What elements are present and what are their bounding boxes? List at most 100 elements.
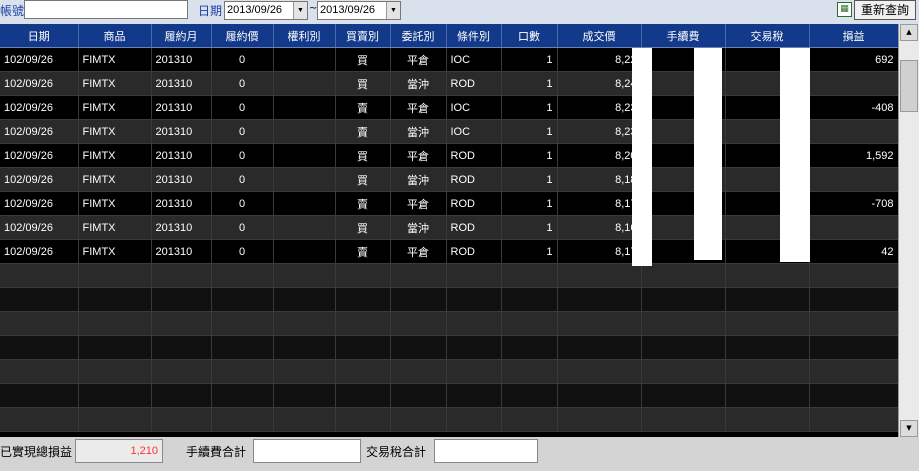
column-header[interactable]: 交易稅 xyxy=(725,24,810,48)
table-row[interactable]: 102/09/26 FIMTX 201310 0 賣平倉 ROD 1 8,17 42 xyxy=(0,239,898,264)
column-header[interactable]: 履約月 xyxy=(151,24,212,48)
column-header[interactable]: 條件別 xyxy=(446,24,502,48)
empty-cell xyxy=(641,407,726,432)
cell-month: 201310 xyxy=(151,47,212,72)
empty-cell xyxy=(273,359,336,384)
empty-cell xyxy=(641,359,726,384)
chevron-down-icon[interactable]: ▼ xyxy=(386,2,400,19)
empty-cell xyxy=(151,263,212,288)
grid-export-icon[interactable]: ▦ xyxy=(837,2,852,17)
cell-qty: 1 xyxy=(501,71,558,96)
cell-price: 8,23 xyxy=(557,119,642,144)
cell-cond: ROD xyxy=(446,191,502,216)
empty-cell xyxy=(501,359,558,384)
empty-cell xyxy=(335,359,391,384)
date-to-select[interactable]: 2013/09/26 ▼ xyxy=(317,1,401,20)
empty-cell xyxy=(78,311,152,336)
empty-cell xyxy=(0,311,79,336)
column-header[interactable]: 權利別 xyxy=(273,24,336,48)
cell-month: 201310 xyxy=(151,167,212,192)
cell-right xyxy=(273,143,336,168)
table-row[interactable]: 102/09/26 FIMTX 201310 0 買平倉 ROD 1 8,20 1,592 xyxy=(0,143,898,168)
cell-right xyxy=(273,95,336,120)
empty-cell xyxy=(273,263,336,288)
summary-bar: 已實現總損益 1,210 手續費合計 交易稅合計 xyxy=(0,437,919,471)
column-header[interactable]: 日期 xyxy=(0,24,79,48)
empty-cell xyxy=(211,383,274,408)
empty-cell xyxy=(725,311,810,336)
cell-right xyxy=(273,71,336,96)
cell-pnl xyxy=(809,119,898,144)
empty-cell xyxy=(557,311,642,336)
scroll-up-icon[interactable]: ▲ xyxy=(900,24,918,41)
column-header[interactable]: 成交價 xyxy=(557,24,642,48)
cell-order: 當沖 xyxy=(390,71,447,96)
toolbar: 帳號 日期 2013/09/26 ▼ ~ 2013/09/26 ▼ ▦ 重新查詢 xyxy=(0,0,919,24)
empty-cell xyxy=(809,335,898,360)
scroll-down-icon[interactable]: ▼ xyxy=(900,420,918,437)
cell-strike: 0 xyxy=(211,191,274,216)
account-label: 帳號 xyxy=(0,4,25,18)
column-header[interactable]: 買賣別 xyxy=(335,24,391,48)
table-row[interactable]: 102/09/26 FIMTX 201310 0 賣平倉 IOC 1 8,23 -408 xyxy=(0,95,898,120)
empty-cell xyxy=(390,311,447,336)
table-header-row: 日期 商品 履約月 履約價 權利別 買賣別 委託別 條件別 口數 成交價 手續費 交易稅 損益 xyxy=(0,24,898,48)
column-header[interactable]: 商品 xyxy=(78,24,152,48)
date-from-value: 2013/09/26 xyxy=(227,4,283,16)
empty-cell xyxy=(390,263,447,288)
cell-side: 買 xyxy=(335,47,391,72)
scroll-thumb[interactable] xyxy=(900,60,918,112)
cell-cond: ROD xyxy=(446,143,502,168)
empty-cell xyxy=(501,335,558,360)
column-header[interactable]: 手續費 xyxy=(641,24,726,48)
empty-cell xyxy=(273,407,336,432)
table-row[interactable]: 102/09/26 FIMTX 201310 0 買當沖 ROD 1 8,16 xyxy=(0,215,898,240)
cell-pnl xyxy=(809,215,898,240)
table-row[interactable]: 102/09/26 FIMTX 201310 0 賣平倉 ROD 1 8,17 -708 xyxy=(0,191,898,216)
empty-cell xyxy=(78,335,152,360)
empty-cell xyxy=(641,311,726,336)
empty-cell xyxy=(725,287,810,312)
empty-row xyxy=(0,263,898,288)
empty-cell xyxy=(641,287,726,312)
table-row[interactable]: 102/09/26 FIMTX 201310 0 買當沖 ROD 1 8,24 xyxy=(0,71,898,96)
empty-cell xyxy=(335,383,391,408)
empty-cell xyxy=(211,287,274,312)
empty-cell xyxy=(78,359,152,384)
empty-cell xyxy=(557,335,642,360)
cell-right xyxy=(273,215,336,240)
table-row[interactable]: 102/09/26 FIMTX 201310 0 買平倉 IOC 1 8,22 692 xyxy=(0,47,898,72)
table-row[interactable]: 102/09/26 FIMTX 201310 0 買當沖 ROD 1 8,18 xyxy=(0,167,898,192)
cell-side: 賣 xyxy=(335,95,391,120)
cell-price: 8,16 xyxy=(557,215,642,240)
empty-row xyxy=(0,383,898,408)
cell-pnl: 692 xyxy=(809,47,898,72)
chevron-down-icon[interactable]: ▼ xyxy=(293,2,307,19)
account-input[interactable] xyxy=(24,0,188,19)
empty-cell xyxy=(335,311,391,336)
cell-pnl xyxy=(809,167,898,192)
redaction-mask xyxy=(780,48,810,262)
column-header[interactable]: 口數 xyxy=(501,24,558,48)
empty-cell xyxy=(641,335,726,360)
cell-date: 102/09/26 xyxy=(0,215,79,240)
cell-month: 201310 xyxy=(151,215,212,240)
cell-side: 買 xyxy=(335,215,391,240)
empty-cell xyxy=(151,359,212,384)
column-header[interactable]: 損益 xyxy=(809,24,898,48)
cell-pnl: 1,592 xyxy=(809,143,898,168)
requery-button[interactable]: 重新查詢 xyxy=(854,0,916,20)
cell-date: 102/09/26 xyxy=(0,191,79,216)
cell-qty: 1 xyxy=(501,215,558,240)
column-header[interactable]: 履約價 xyxy=(211,24,274,48)
date-from-select[interactable]: 2013/09/26 ▼ xyxy=(224,1,308,20)
empty-cell xyxy=(335,335,391,360)
cell-side: 買 xyxy=(335,71,391,96)
column-header[interactable]: 委託別 xyxy=(390,24,447,48)
cell-product: FIMTX xyxy=(78,71,152,96)
empty-cell xyxy=(446,359,502,384)
vertical-scrollbar[interactable]: ▲ ▼ xyxy=(898,24,919,437)
cell-strike: 0 xyxy=(211,71,274,96)
table-row[interactable]: 102/09/26 FIMTX 201310 0 賣當沖 IOC 1 8,23 xyxy=(0,119,898,144)
empty-cell xyxy=(501,311,558,336)
